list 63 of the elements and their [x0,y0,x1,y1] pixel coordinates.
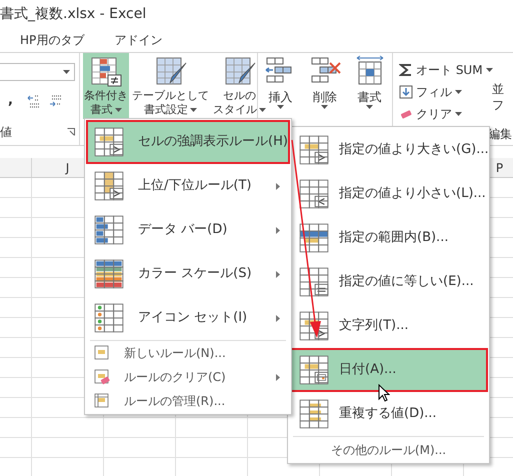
rule-icon [299,399,329,429]
window-title: 書式_複数.xlsx - Excel [0,4,146,24]
rule-icon [94,259,124,289]
sigma-icon [399,63,413,77]
menu-item[interactable]: セルの強調表示ルール(H) [86,120,290,164]
rule-icon [299,135,329,165]
ribbon-button[interactable]: フィル [399,81,462,103]
caret-icon [190,108,197,112]
ribbon-button[interactable]: テーブルとして 書式設定 [131,53,210,119]
menu-item[interactable]: ルールのクリア(C) [86,365,290,389]
rule-icon [299,267,329,297]
ribbon-button[interactable]: 削除 [308,55,342,109]
submenu-arrow-icon [276,226,280,234]
menu-item[interactable]: アイコン セット(I) [86,296,290,340]
rule-icon [299,179,329,209]
submenu-arrow-icon [276,182,280,190]
caret-icon [259,108,266,112]
ribbon-button[interactable]: 書式 [352,55,387,109]
comma-style-button[interactable]: , [8,91,13,111]
menu-item[interactable]: カラー スケール(S) [86,252,290,296]
menu-item[interactable]: 指定の値に等しい(E)... [289,260,488,304]
column-header[interactable]: P [496,158,504,176]
submenu-arrow-icon [276,270,280,278]
menu-item[interactable]: その他のルール(M)... [289,438,488,462]
group-label: 値 [0,124,12,141]
ribbon-button[interactable]: 条件付き 書式 [83,53,129,119]
sort-filter-label: フ [492,97,504,113]
rule-icon [94,215,124,245]
caret-icon [63,70,70,74]
caret-icon [321,105,328,109]
ribbon-button[interactable]: オート SUM [399,59,493,81]
rule-icon [94,171,124,201]
menu-item[interactable]: データ バー(D) [86,208,290,252]
rule-icon [94,303,124,333]
menu-item[interactable]: 上位/下位ルール(T) [86,164,290,208]
increase-decimal-icon[interactable] [26,94,41,108]
rule-icon [299,223,329,253]
menu-item[interactable]: 指定の範囲内(B)... [289,216,488,260]
sort-filter-label: 並 [492,81,504,97]
ribbon-button[interactable]: クリア [399,103,462,125]
caret-icon [455,90,462,94]
eraser-icon [94,369,110,385]
menu-item[interactable]: 新しいルール(N)... [86,341,290,365]
column-header[interactable]: J [66,158,70,176]
ribbon-tab[interactable]: アドイン [114,31,162,49]
decrease-decimal-icon[interactable] [48,94,63,108]
fill-down-icon [399,85,413,99]
caret-icon [114,108,122,112]
submenu-arrow-icon [276,374,280,380]
ribbon-tab[interactable]: HP用のタブ [20,31,84,49]
menu-item[interactable]: 日付(A)... [289,348,488,392]
menu-item[interactable]: 重複する値(D)... [289,392,488,436]
number-format-field[interactable] [0,63,75,81]
rule-icon [94,393,110,409]
conditional-format-icon [89,55,123,89]
submenu-arrow-icon [276,314,280,322]
dialog-launcher-icon[interactable] [67,128,75,136]
caret-icon [366,105,374,109]
caret-icon [486,68,493,72]
caret-icon [455,112,462,116]
mouse-pointer-icon [378,384,390,402]
caret-icon [276,105,284,109]
menu-item[interactable]: ルールの管理(R)... [86,389,290,413]
